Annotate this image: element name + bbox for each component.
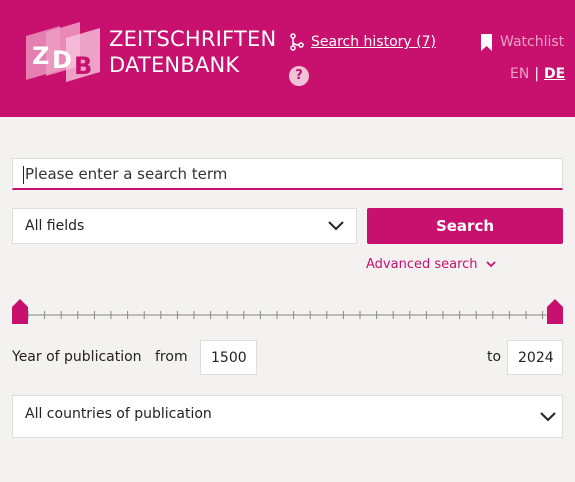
to-label: to xyxy=(487,349,502,365)
search-field-select[interactable]: All fields xyxy=(12,208,357,244)
svg-text:Z: Z xyxy=(32,42,49,70)
watchlist-link[interactable]: Watchlist xyxy=(481,32,564,52)
lang-de-link[interactable]: DE xyxy=(544,66,565,82)
logo-wordmark[interactable]: ZEITSCHRIFTEN DATENBANK xyxy=(109,26,276,78)
text-caret xyxy=(23,165,24,184)
advanced-search-toggle[interactable]: Advanced search xyxy=(366,257,496,272)
country-select-value: All countries of publication xyxy=(25,406,212,422)
from-label: from xyxy=(155,349,188,365)
history-tree-icon xyxy=(290,33,304,51)
search-input[interactable]: Please enter a search term xyxy=(12,158,563,190)
header-bar: Z D B ZEITSCHRIFTEN DATENBANK Search his… xyxy=(0,0,575,117)
search-placeholder: Please enter a search term xyxy=(25,165,228,183)
year-to-input[interactable]: 2024 xyxy=(507,340,563,375)
search-field-value: All fields xyxy=(25,218,85,234)
lang-separator: | xyxy=(534,66,540,82)
search-history-link[interactable]: Search history (7) xyxy=(289,32,436,52)
lang-en-link[interactable]: EN xyxy=(510,66,529,82)
zdb-logo-icon[interactable]: Z D B xyxy=(22,20,102,86)
svg-text:D: D xyxy=(52,46,72,74)
advanced-search-label: Advanced search xyxy=(366,257,478,272)
chevron-down-icon xyxy=(485,261,496,268)
slider-handle-to[interactable] xyxy=(547,299,563,324)
year-from-input[interactable]: 1500 xyxy=(200,340,257,375)
year-range-slider[interactable] xyxy=(12,297,563,329)
year-of-publication-label: Year of publication xyxy=(12,349,142,365)
chevron-down-icon xyxy=(540,412,556,422)
logo-line-1: ZEITSCHRIFTEN xyxy=(109,27,277,51)
search-button[interactable]: Search xyxy=(367,208,563,244)
search-history-label: Search history (7) xyxy=(311,34,436,50)
logo-line-2: DATENBANK xyxy=(109,53,240,77)
watchlist-label: Watchlist xyxy=(500,34,565,50)
language-switcher: EN | DE xyxy=(510,66,565,82)
bookmark-icon xyxy=(481,33,492,51)
svg-text:B: B xyxy=(74,52,92,80)
chevron-down-icon xyxy=(328,221,344,231)
help-icon[interactable]: ? xyxy=(289,66,309,86)
country-select[interactable]: All countries of publication xyxy=(12,395,563,438)
slider-handle-from[interactable] xyxy=(12,299,28,324)
